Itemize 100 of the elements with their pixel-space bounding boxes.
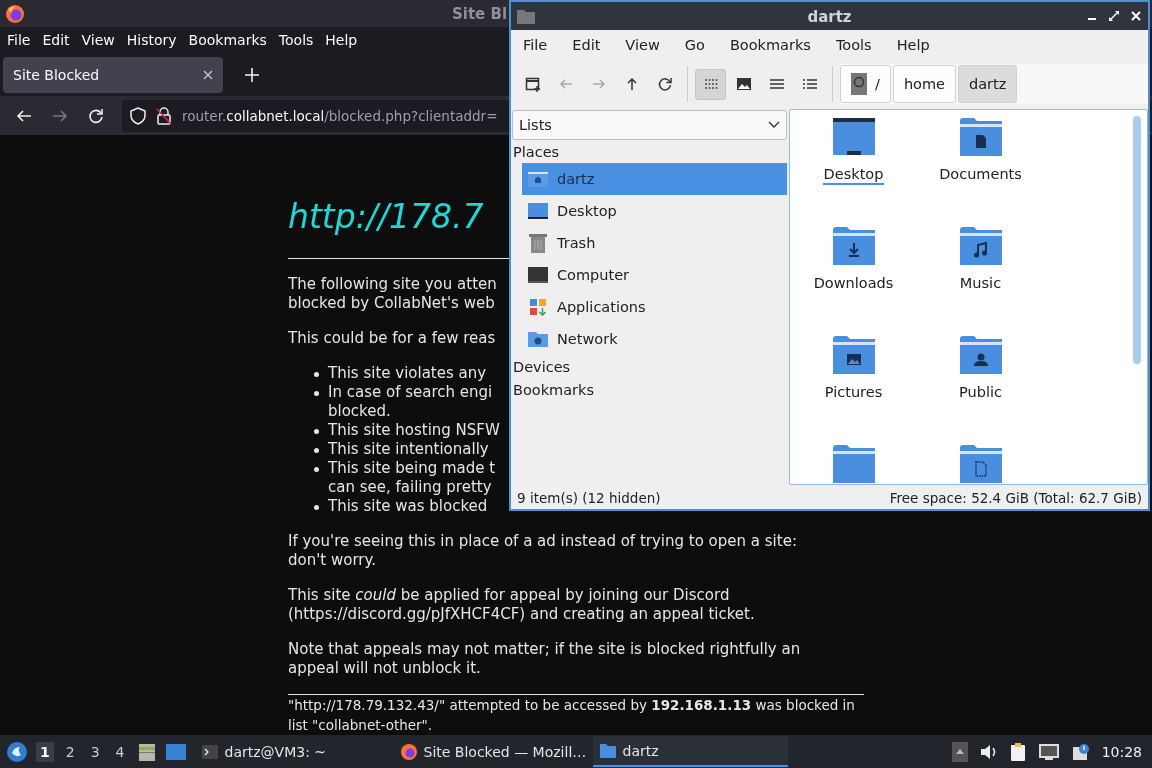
menu-item[interactable]: View — [75, 32, 121, 48]
reload-icon — [656, 76, 673, 92]
menu-item[interactable]: File — [513, 37, 558, 53]
bullet-dot — [314, 429, 319, 434]
workspace-button[interactable]: 3 — [86, 741, 104, 762]
image-icon — [735, 76, 752, 92]
file-cabinet-icon[interactable] — [136, 741, 157, 762]
browser-logo-icon[interactable] — [5, 3, 25, 24]
paragraph: If you're seeing this in place of a ad instead of trying to open a site: don't worry. — [288, 532, 797, 570]
side-pane-dropdown[interactable]: Lists — [512, 110, 787, 140]
drive-icon — [851, 73, 867, 95]
grid-icon — [702, 76, 719, 92]
file-name[interactable]: Pictures — [823, 384, 884, 402]
browser-logo-icon — [399, 742, 418, 761]
trash-icon — [527, 232, 549, 254]
menu-item[interactable]: Go — [674, 37, 715, 53]
bullet-dot — [314, 372, 319, 377]
taskbar-button[interactable]: dartz@VM3: ~ — [194, 736, 390, 767]
detailed-list-icon — [801, 76, 818, 92]
bullet-dot — [314, 391, 319, 396]
list-item-text: This site was blocked — [328, 497, 488, 516]
close-icon[interactable] — [203, 69, 213, 80]
menu-item[interactable]: Help — [886, 37, 940, 53]
paragraph: Note that appeals may not matter; if the site is blocked rightfully an appeal will not unblock it. — [288, 640, 801, 678]
maximize-icon[interactable] — [1108, 10, 1120, 22]
file-name[interactable]: Documents — [938, 166, 1023, 184]
menu-item[interactable]: File — [1, 32, 37, 48]
reload-icon[interactable] — [88, 107, 104, 124]
file-name[interactable]: Music — [958, 275, 1003, 293]
menu-item[interactable]: Help — [319, 32, 364, 48]
path-button[interactable]: dartz — [958, 65, 1018, 103]
bullet-dot — [314, 448, 319, 453]
menu-item[interactable]: Edit — [36, 32, 76, 48]
clipboard-icon[interactable] — [1009, 741, 1026, 762]
forward-icon[interactable] — [52, 107, 68, 124]
new-tab-icon[interactable] — [245, 67, 259, 82]
apps-icon — [527, 296, 549, 318]
window-title: dartz — [807, 7, 852, 26]
terminal-icon — [200, 742, 219, 761]
list-item-text: This site being made t can see, failing pretty — [328, 459, 496, 497]
workspace-button[interactable]: 2 — [61, 741, 79, 762]
clock[interactable]: 10:28 — [1101, 743, 1142, 760]
back-icon[interactable] — [16, 107, 32, 124]
menu-item[interactable]: Tools — [825, 37, 882, 53]
place-item[interactable]: Trash — [522, 227, 787, 259]
list-icon — [768, 76, 785, 92]
place-item[interactable]: Computer — [522, 259, 787, 291]
browser-tab[interactable]: Site Blocked — [3, 56, 223, 93]
page-heading: http://178.7 — [288, 197, 484, 237]
footer-text: "http://178.79.132.43/" attempted to be accessed by 192.168.1.13 was blocked in list "collabnet-other". — [288, 696, 856, 735]
notification-icon[interactable] — [1071, 742, 1090, 761]
workspace-button[interactable]: 1 — [36, 741, 54, 762]
desktop-folder-icon[interactable] — [832, 118, 875, 156]
path-button[interactable]: / — [840, 65, 891, 103]
taskbar-button[interactable]: dartz — [592, 736, 788, 767]
status-text: 9 item(s) (12 hidden) — [517, 490, 661, 506]
menu-item[interactable]: View — [615, 37, 670, 53]
taskbar-button[interactable]: Site Blocked — Mozill… — [393, 736, 589, 767]
icon-view-button[interactable] — [695, 68, 726, 100]
monitor-icon — [527, 200, 549, 222]
desktop-icon[interactable] — [164, 742, 187, 761]
new-window-icon — [524, 76, 541, 92]
free-space-text: Free space: 52.4 GiB (Total: 62.7 GiB) — [889, 490, 1142, 506]
network-icon[interactable] — [1037, 742, 1060, 761]
workspace-button[interactable]: 4 — [111, 741, 129, 762]
bullet-dot — [314, 505, 319, 510]
window-title: Site Bl — [452, 4, 508, 23]
computer-icon — [527, 264, 549, 286]
file-name[interactable]: Public — [958, 384, 1003, 402]
place-item[interactable]: dartz — [522, 163, 787, 195]
paragraph: This could be for a few reas — [288, 329, 496, 348]
list-item-text: This site intentionally — [328, 440, 489, 459]
section-heading[interactable]: Devices — [511, 355, 787, 378]
file-name[interactable]: Downloads — [812, 275, 895, 293]
menu-item[interactable]: Edit — [562, 37, 611, 53]
paragraph: This site could be applied for appeal by joining our Discord (https://discord.gg/pJfXHCF4CF) and creating an appeal ticket. — [288, 586, 755, 624]
volume-icon[interactable] — [979, 743, 998, 760]
menu-item[interactable]: Tools — [272, 32, 320, 48]
url-text: router.collabnet.local/blocked.php?clientaddr= — [182, 107, 498, 124]
place-item[interactable]: Network — [522, 323, 787, 355]
paragraph: The following site you atten blocked by CollabNet's web — [288, 275, 497, 313]
shield-icon[interactable] — [130, 106, 146, 125]
path-button[interactable]: home — [892, 65, 956, 103]
menu-item[interactable]: History — [120, 32, 183, 48]
folder-icon — [517, 8, 535, 24]
section-heading[interactable]: Places — [511, 140, 787, 163]
expand-tray-icon[interactable] — [951, 741, 968, 762]
menu-item[interactable]: Bookmarks — [182, 32, 273, 48]
insecure-lock-icon[interactable] — [156, 106, 172, 125]
menu-item[interactable]: Bookmarks — [719, 37, 821, 53]
start-menu-icon[interactable] — [6, 740, 28, 763]
folder-icon — [598, 741, 617, 760]
list-item-text: In case of search engi blocked. — [328, 383, 493, 421]
file-name[interactable]: Desktop — [822, 166, 885, 185]
list-item-text: This site hosting NSFW — [328, 421, 500, 440]
place-item[interactable]: Desktop — [522, 195, 787, 227]
caret-icon — [768, 121, 780, 129]
section-heading[interactable]: Bookmarks — [511, 378, 787, 401]
list-item-text: This site violates any — [328, 364, 487, 383]
place-item[interactable]: Applications — [522, 291, 787, 323]
